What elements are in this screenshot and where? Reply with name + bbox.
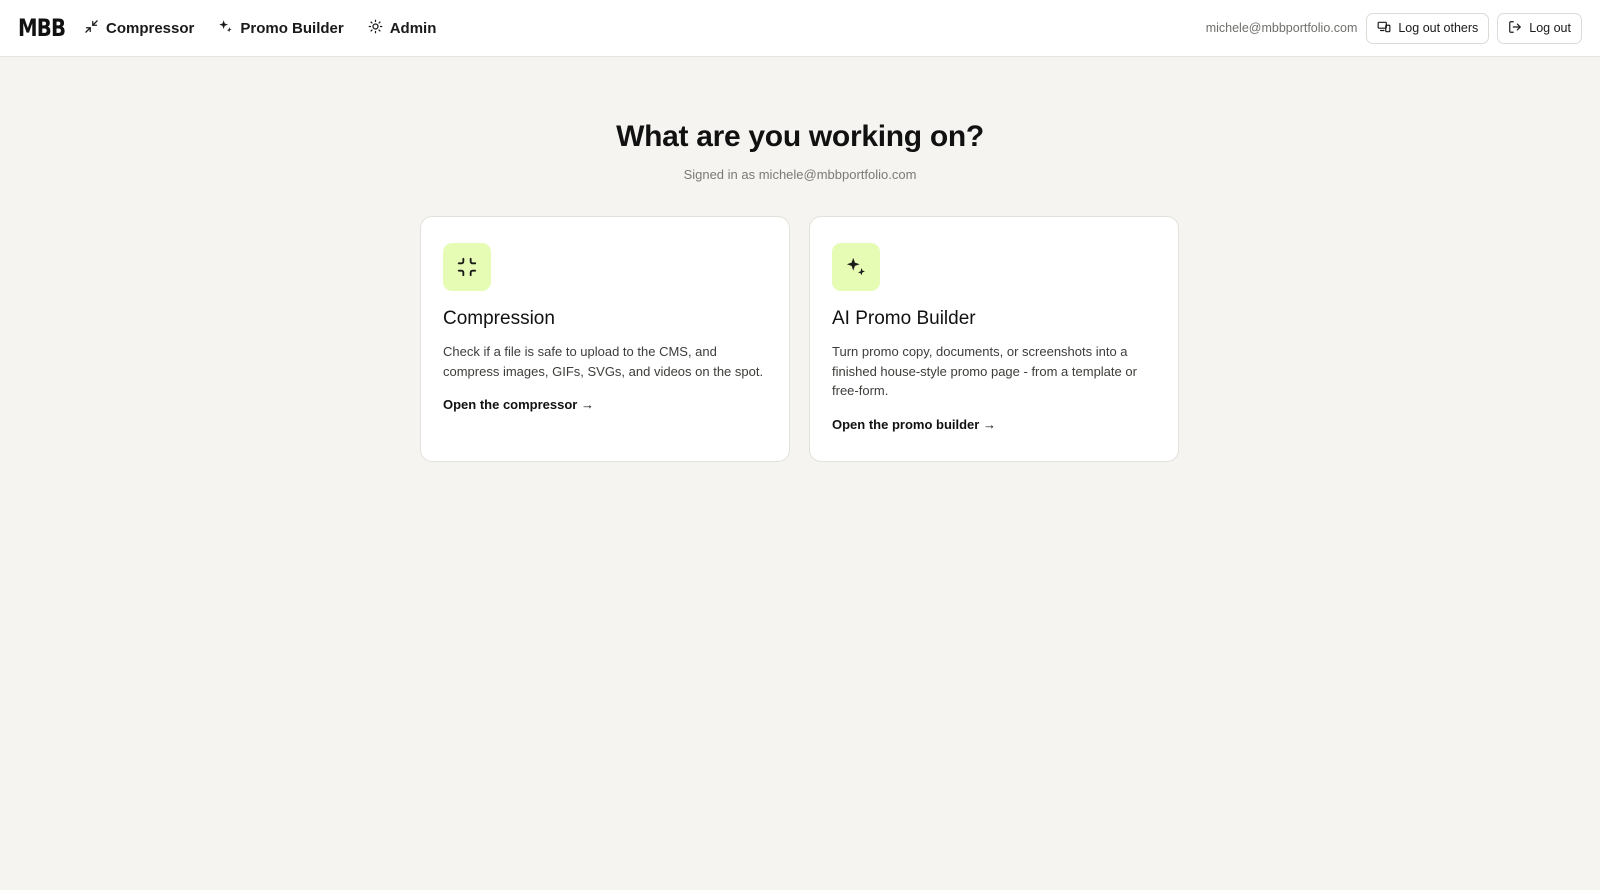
- sparkles-icon: [218, 19, 233, 38]
- logout-others-label: Log out others: [1398, 21, 1479, 35]
- logout-button[interactable]: Log out: [1497, 12, 1582, 44]
- nav-item-label: Compressor: [106, 19, 195, 37]
- nav-item-admin[interactable]: Admin: [368, 19, 437, 38]
- nav-item-compressor[interactable]: Compressor: [84, 19, 194, 38]
- devices-icon: [1377, 20, 1391, 37]
- logout-icon: [1508, 20, 1522, 37]
- minimize-icon: [84, 19, 99, 38]
- logout-label: Log out: [1529, 21, 1571, 35]
- sun-icon: [368, 19, 383, 38]
- card-description: Check if a file is safe to upload to the…: [443, 344, 764, 379]
- promo-builder-card[interactable]: AI Promo Builder Turn promo copy, docume…: [809, 216, 1179, 462]
- page-title: What are you working on?: [616, 120, 984, 153]
- open-compressor-link[interactable]: Open the compressor →: [443, 397, 594, 412]
- user-email: michele@mbbportfolio.com: [1205, 21, 1358, 35]
- sparkles-icon: [832, 243, 880, 291]
- logo[interactable]: MBB: [18, 14, 66, 42]
- minimize-icon: [443, 243, 491, 291]
- top-nav-bar: MBB Compressor Promo Builder Admin miche…: [0, 0, 1600, 57]
- card-description: Turn promo copy, documents, or screensho…: [832, 344, 1137, 398]
- hero: What are you working on? Signed in as mi…: [0, 120, 1600, 182]
- card-title: Compression: [443, 308, 555, 329]
- nav-item-promo-builder[interactable]: Promo Builder: [218, 19, 344, 38]
- signed-in-subtitle: Signed in as michele@mbbportfolio.com: [683, 167, 917, 182]
- card-title: AI Promo Builder: [832, 308, 976, 329]
- tool-cards: Compression Check if a file is safe to u…: [420, 216, 1179, 462]
- main-nav: Compressor Promo Builder Admin: [84, 19, 436, 38]
- nav-item-label: Admin: [389, 19, 437, 37]
- account-area: michele@mbbportfolio.com Log out others …: [1205, 12, 1582, 44]
- nav-item-label: Promo Builder: [240, 19, 344, 37]
- open-promo-builder-link[interactable]: Open the promo builder →: [832, 417, 996, 432]
- compression-card[interactable]: Compression Check if a file is safe to u…: [420, 216, 790, 462]
- logout-others-button[interactable]: Log out others: [1366, 12, 1490, 44]
